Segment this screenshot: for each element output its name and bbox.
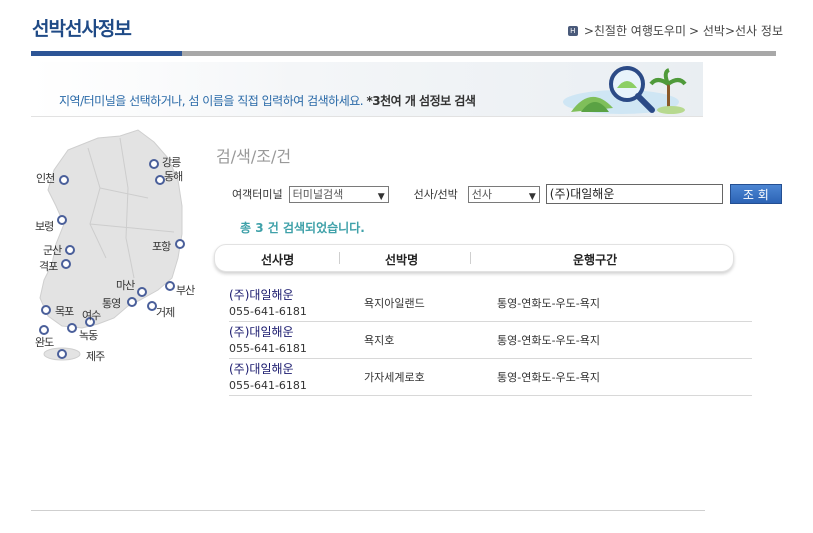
map-marker-jeju bbox=[57, 349, 67, 359]
map-marker-gyeokpo bbox=[61, 259, 71, 269]
map-label-nokdong[interactable]: 녹동 bbox=[79, 327, 98, 343]
map-label-tongyeong[interactable]: 통영 bbox=[102, 295, 121, 311]
table-row: (주)대일해운 055-641-6181 욕지호 통영-연화도-우도-욕지 bbox=[229, 321, 752, 359]
map-label-donghae[interactable]: 동해 bbox=[164, 168, 183, 184]
map-marker-nokdong bbox=[67, 323, 77, 333]
company-phone: 055-641-6181 bbox=[229, 379, 307, 392]
company-phone: 055-641-6181 bbox=[229, 305, 307, 318]
company-phone: 055-641-6181 bbox=[229, 342, 307, 355]
map-marker-incheon bbox=[59, 175, 69, 185]
ship-name: 욕지아일랜드 bbox=[364, 297, 425, 310]
company-label: 선사/선박 bbox=[413, 188, 458, 201]
column-header-company: 선사명 bbox=[261, 253, 295, 267]
map-marker-gangneung bbox=[149, 159, 159, 169]
map-marker-gunsan bbox=[65, 245, 75, 255]
footer-divider bbox=[31, 510, 705, 511]
island-magnifier-illustration bbox=[563, 66, 687, 114]
ship-name: 욕지호 bbox=[364, 334, 395, 347]
search-button[interactable]: 조 회 bbox=[729, 184, 782, 204]
table-row: (주)대일해운 055-641-6181 가자세계로호 통영-연화도-우도-욕지 bbox=[229, 358, 752, 396]
map-marker-busan bbox=[165, 281, 175, 291]
map-label-geoje[interactable]: 거제 bbox=[156, 304, 175, 320]
map-marker-pohang bbox=[175, 239, 185, 249]
map-label-gyeokpo[interactable]: 격포 bbox=[39, 258, 58, 274]
map-label-incheon[interactable]: 인천 bbox=[36, 170, 55, 186]
chevron-down-icon: ▼ bbox=[528, 191, 536, 202]
banner-text: 지역/터미널을 선택하거나, 섬 이름을 직접 입력하여 검색하세요. *3천여… bbox=[59, 92, 476, 109]
route-text: 통영-연화도-우도-욕지 bbox=[497, 371, 600, 384]
home-icon[interactable]: H bbox=[567, 25, 578, 36]
page-title: 선박선사정보 bbox=[32, 18, 132, 40]
title-underline-accent bbox=[31, 51, 182, 56]
map-label-masan[interactable]: 마산 bbox=[116, 277, 135, 293]
map-marker-geoje bbox=[147, 301, 157, 311]
breadcrumb-item[interactable]: > 선박>선사 정보 bbox=[689, 22, 783, 39]
map-label-busan[interactable]: 부산 bbox=[176, 282, 195, 298]
table-row: (주)대일해운 055-641-6181 욕지아일랜드 통영-연화도-우도-욕지 bbox=[229, 284, 752, 322]
results-table-header: 선사명 선박명 운행구간 bbox=[214, 244, 734, 272]
map-label-boryeong[interactable]: 보령 bbox=[35, 218, 54, 234]
column-header-route: 운행구간 bbox=[573, 253, 618, 267]
terminal-select[interactable]: 터미널검색 ▼ bbox=[288, 185, 389, 203]
terminal-select-value: 터미널검색 bbox=[292, 187, 344, 201]
terminal-label: 여객터미널 bbox=[232, 188, 283, 201]
map-marker-masan bbox=[137, 287, 147, 297]
company-type-value: 선사 bbox=[471, 187, 493, 201]
ship-name: 가자세계로호 bbox=[364, 371, 425, 384]
search-banner: 지역/터미널을 선택하거나, 섬 이름을 직접 입력하여 검색하세요. *3천여… bbox=[31, 62, 703, 117]
column-header-ship: 선박명 bbox=[385, 253, 419, 267]
map-label-yeosu[interactable]: 여수 bbox=[82, 307, 101, 323]
company-type-select[interactable]: 선사 ▼ bbox=[467, 185, 540, 203]
breadcrumb: H >친절한 여행도우미 > 선박>선사 정보 bbox=[567, 22, 783, 39]
result-count: 총 3 건 검색되었습니다. bbox=[240, 221, 365, 235]
route-text: 통영-연화도-우도-욕지 bbox=[497, 297, 600, 310]
map-label-gunsan[interactable]: 군산 bbox=[43, 242, 62, 258]
title-underline bbox=[31, 51, 776, 56]
banner-text-main: 지역/터미널을 선택하거나, 섬 이름을 직접 입력하여 검색하세요. bbox=[59, 94, 364, 108]
column-separator bbox=[339, 252, 340, 264]
map-marker-donghae bbox=[155, 175, 165, 185]
company-name-link[interactable]: (주)대일해운 bbox=[229, 323, 294, 340]
map-marker-tongyeong bbox=[127, 297, 137, 307]
chevron-down-icon: ▼ bbox=[377, 191, 385, 202]
company-name-link[interactable]: (주)대일해운 bbox=[229, 360, 294, 377]
breadcrumb-item[interactable]: >친절한 여행도우미 bbox=[584, 22, 686, 39]
map-label-jeju[interactable]: 제주 bbox=[86, 348, 105, 364]
search-form: 여객터미널 터미널검색 ▼ 선사/선박 선사 ▼ (주)대일해운 조 회 bbox=[232, 184, 782, 204]
route-text: 통영-연화도-우도-욕지 bbox=[497, 334, 600, 347]
map-marker-wando bbox=[39, 325, 49, 335]
map-label-wando[interactable]: 완도 bbox=[35, 334, 54, 350]
search-input[interactable]: (주)대일해운 bbox=[545, 184, 723, 204]
search-conditions-title: 검/색/조/건 bbox=[216, 147, 292, 166]
map-label-mokpo[interactable]: 목포 bbox=[55, 303, 74, 319]
column-separator bbox=[470, 252, 471, 264]
map-marker-mokpo bbox=[41, 305, 51, 315]
company-name-link[interactable]: (주)대일해운 bbox=[229, 286, 294, 303]
map-label-pohang[interactable]: 포항 bbox=[152, 238, 171, 254]
banner-text-bold: *3천여 개 섬정보 검색 bbox=[366, 94, 476, 108]
map-marker-boryeong bbox=[57, 215, 67, 225]
